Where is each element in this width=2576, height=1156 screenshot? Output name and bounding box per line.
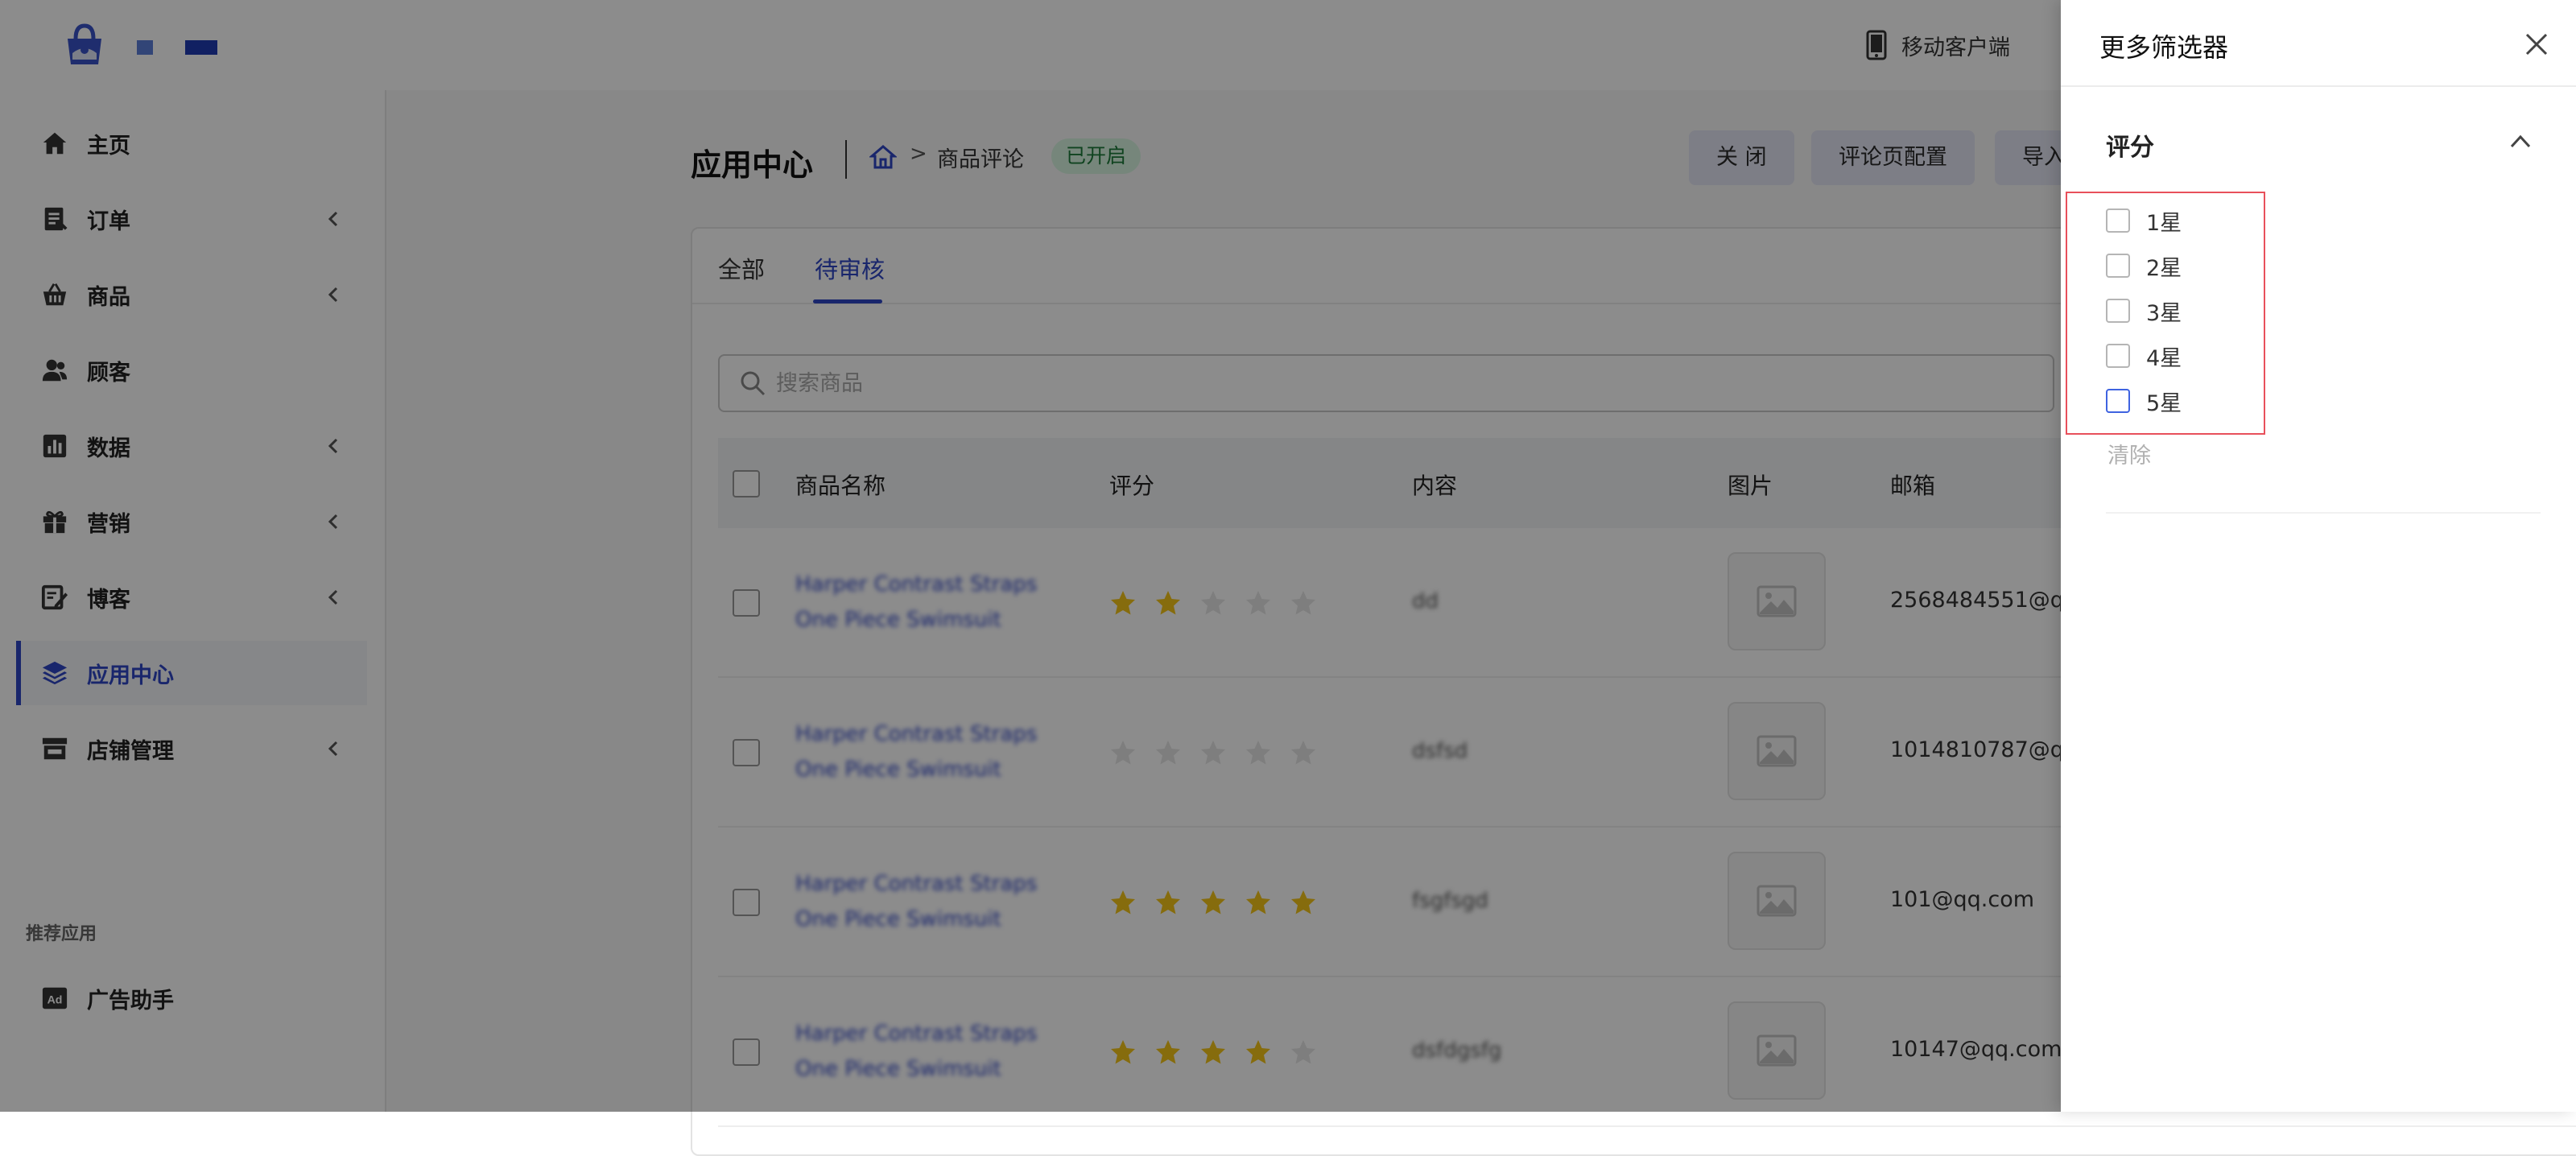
rating-option-1[interactable]: 1星 xyxy=(2106,204,2182,237)
section-divider xyxy=(2106,512,2541,514)
rating-option-3[interactable]: 3星 xyxy=(2106,295,2182,327)
rating-option-4[interactable]: 4星 xyxy=(2106,340,2182,372)
rating-option-label: 5星 xyxy=(2146,390,2182,416)
rating-option-label: 4星 xyxy=(2146,345,2182,371)
rating-option-label: 3星 xyxy=(2146,300,2182,326)
rating-option-label: 1星 xyxy=(2146,210,2182,236)
drawer-divider xyxy=(2061,85,2576,87)
checkbox[interactable] xyxy=(2106,389,2130,413)
more-filters-drawer: 更多筛选器 评分 1星 2星 3星 4星 5星 清除 xyxy=(2061,0,2576,1112)
modal-overlay[interactable] xyxy=(0,0,2061,1112)
drawer-title: 更多筛选器 xyxy=(2099,32,2229,63)
rating-option-2[interactable]: 2星 xyxy=(2106,250,2182,282)
checkbox[interactable] xyxy=(2106,299,2130,323)
clear-filter-link[interactable]: 清除 xyxy=(2107,438,2151,469)
rating-section-title[interactable]: 评分 xyxy=(2106,127,2154,163)
checkbox[interactable] xyxy=(2106,254,2130,278)
rating-option-5[interactable]: 5星 xyxy=(2106,385,2182,417)
checkbox[interactable] xyxy=(2106,208,2130,233)
close-icon[interactable] xyxy=(2523,31,2550,58)
checkbox[interactable] xyxy=(2106,344,2130,368)
rating-option-label: 2星 xyxy=(2146,255,2182,281)
chevron-up-icon[interactable] xyxy=(2508,132,2533,151)
